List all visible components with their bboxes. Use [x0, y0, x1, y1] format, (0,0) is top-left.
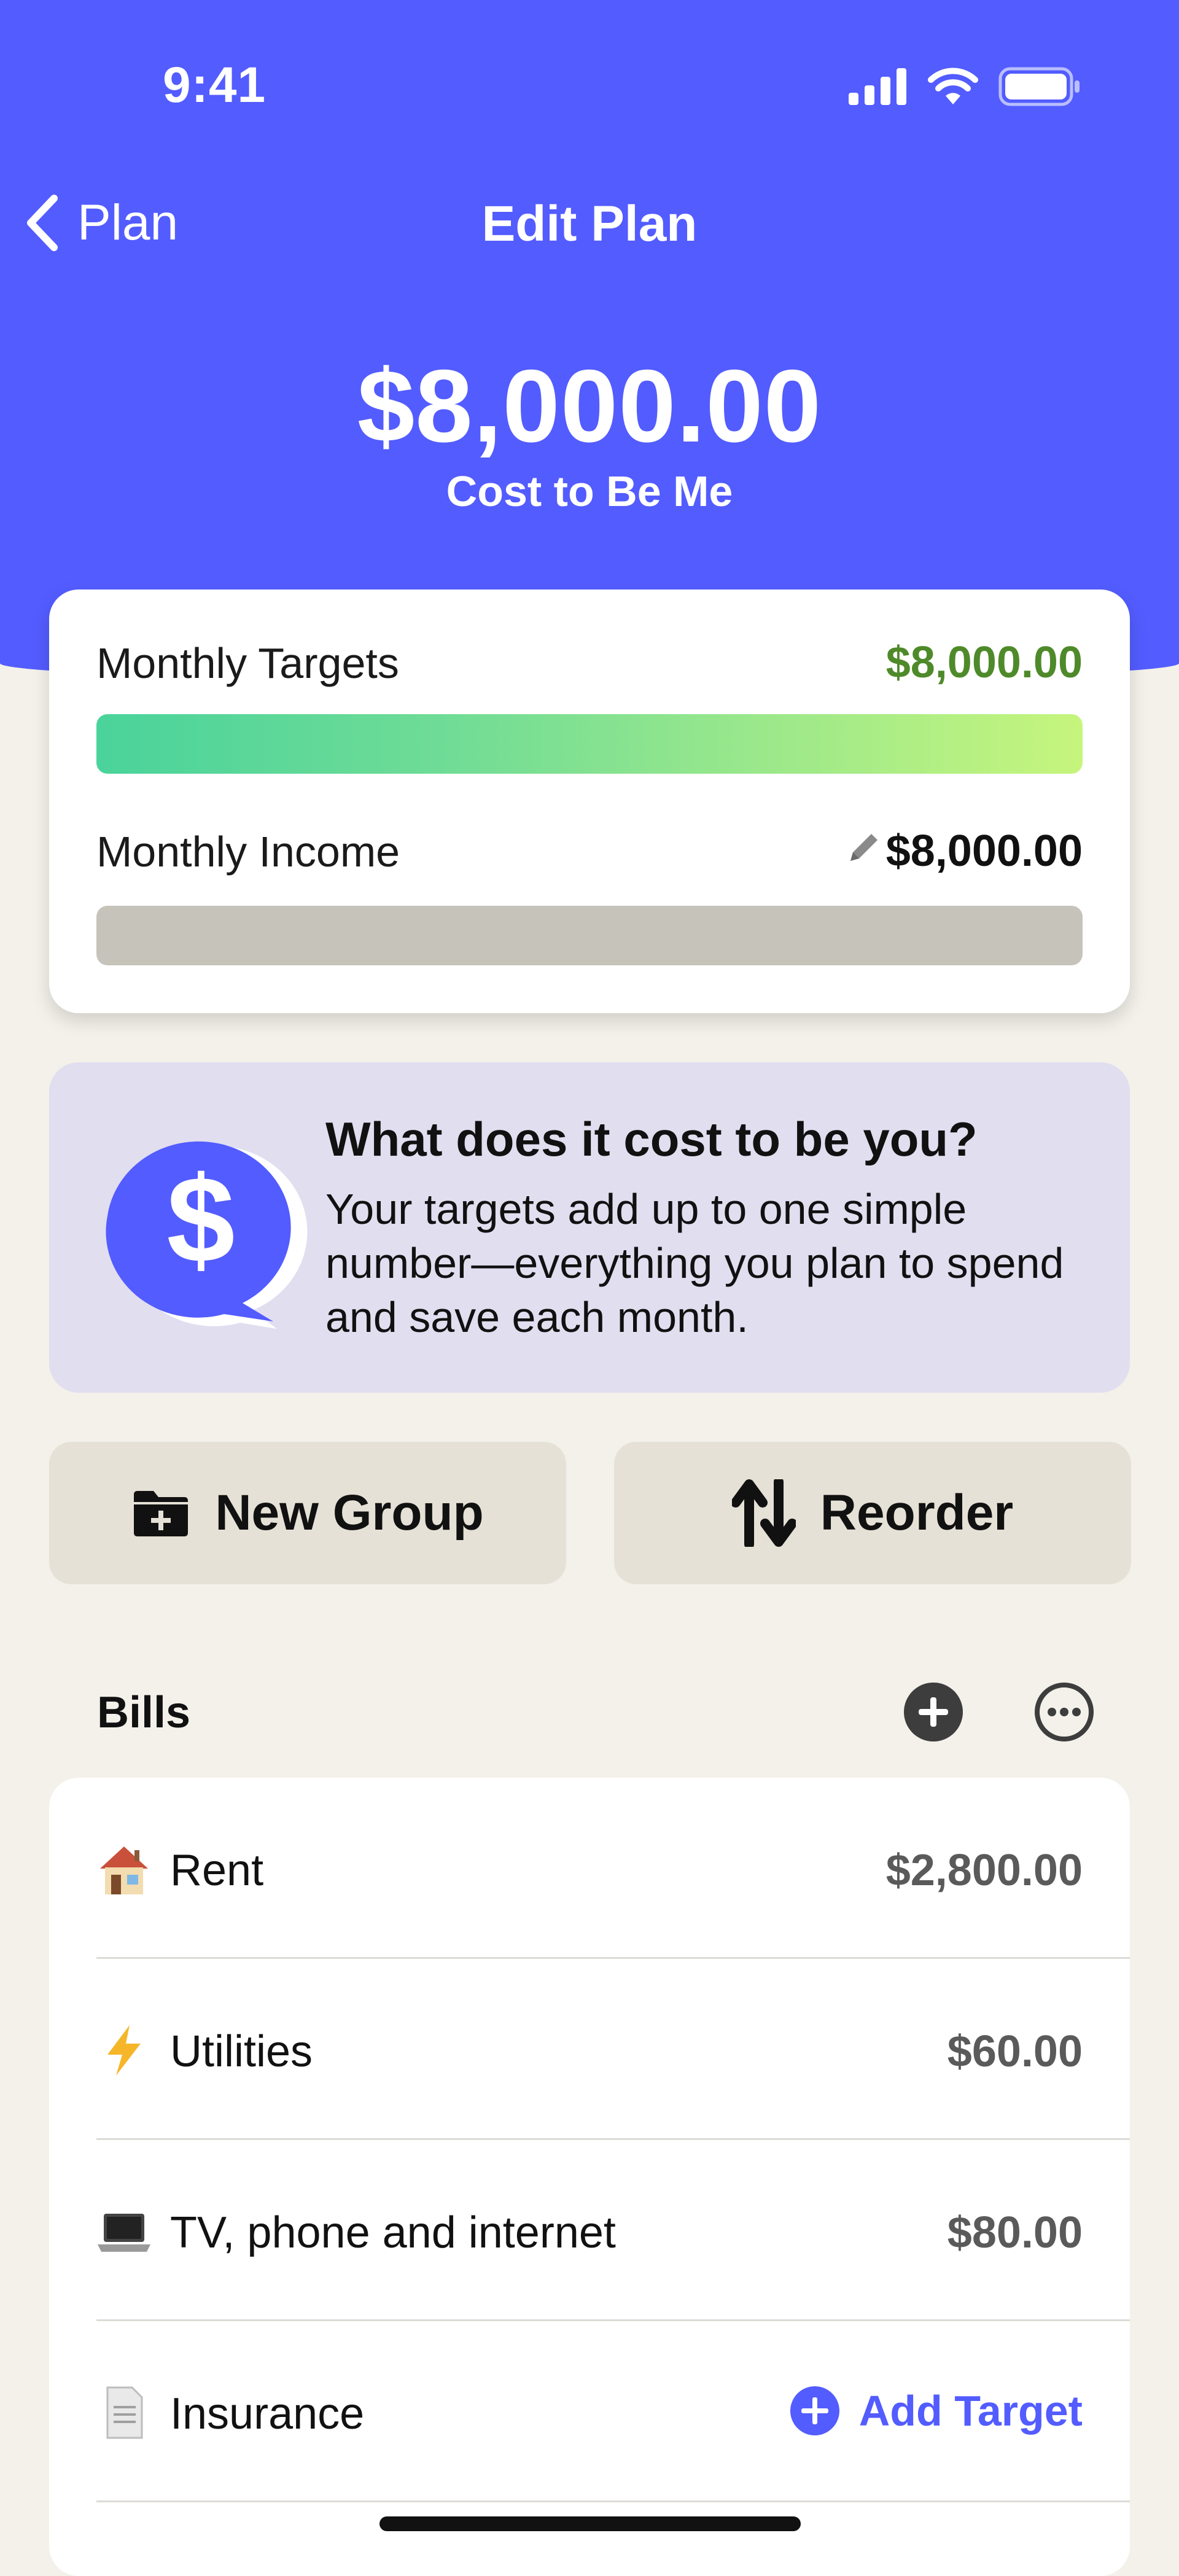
info-title: What does it cost to be you?	[325, 1112, 978, 1166]
info-body: Your targets add up to one simple number…	[325, 1185, 1064, 1341]
house-icon	[100, 1846, 148, 1894]
home-indicator	[379, 2516, 801, 2531]
page-title: Edit Plan	[481, 196, 698, 252]
more-options-icon[interactable]	[1033, 1681, 1095, 1743]
add-target-label: Add Target	[858, 2387, 1083, 2435]
bill-row-utilities[interactable]: Utilities $60.00	[49, 1959, 1130, 2140]
add-target-button[interactable]: Add Target	[789, 2385, 1083, 2437]
status-icons	[849, 64, 1081, 109]
monthly-income-value[interactable]: $8,000.00	[886, 826, 1083, 876]
cellular-signal-icon	[849, 68, 906, 105]
monthly-targets-bar	[96, 714, 1083, 774]
bill-row-insurance[interactable]: Insurance Add Target	[49, 2321, 1130, 2502]
bill-name: Rent	[170, 1846, 264, 1895]
monthly-targets-value: $8,000.00	[885, 638, 1083, 687]
bill-amount: $80.00	[947, 2208, 1083, 2257]
reorder-label: Reorder	[820, 1485, 1014, 1541]
pencil-icon[interactable]	[844, 828, 884, 867]
new-group-label: New Group	[215, 1485, 484, 1541]
wifi-icon	[928, 68, 978, 104]
laptop-icon	[98, 2214, 150, 2252]
bill-name: Insurance	[170, 2389, 365, 2438]
bill-row-rent[interactable]: Rent $2,800.00	[49, 1778, 1130, 1959]
bills-group-title: Bills	[97, 1688, 191, 1737]
bill-name: TV, phone and internet	[170, 2208, 616, 2257]
status-time: 9:41	[163, 57, 267, 113]
svg-text:$: $	[166, 1151, 235, 1288]
summary-card: Monthly Targets $8,000.00 Monthly Income…	[49, 590, 1130, 1013]
bill-name: Utilities	[170, 2027, 313, 2076]
add-circle-icon[interactable]	[903, 1681, 964, 1743]
dollar-chat-bubble-icon: $	[106, 1141, 308, 1329]
reorder-button[interactable]: Reorder	[614, 1442, 1131, 1584]
monthly-income-bar	[96, 906, 1083, 965]
new-group-button[interactable]: New Group	[49, 1442, 566, 1584]
row-divider	[96, 2500, 1130, 2502]
plus-circle-icon	[790, 2386, 839, 2435]
lightning-icon	[107, 2025, 141, 2076]
monthly-targets-label: Monthly Targets	[96, 639, 399, 687]
total-amount: $8,000.00	[357, 348, 822, 464]
bill-amount: $60.00	[947, 2027, 1083, 2076]
battery-icon	[998, 67, 1080, 106]
bill-amount: $2,800.00	[885, 1846, 1083, 1895]
bills-list: Rent $2,800.00 Utilities $60.00 TV, phon…	[49, 1778, 1130, 2576]
reorder-arrows-icon	[731, 1479, 796, 1547]
bill-row-tv-phone-internet[interactable]: TV, phone and internet $80.00	[49, 2140, 1130, 2321]
monthly-income-label: Monthly Income	[96, 828, 400, 876]
document-icon	[106, 2386, 143, 2439]
folder-plus-icon	[134, 1491, 189, 1536]
info-card: $ What does it cost to be you? Your targ…	[49, 1062, 1130, 1393]
total-amount-subtitle: Cost to Be Me	[446, 467, 733, 515]
